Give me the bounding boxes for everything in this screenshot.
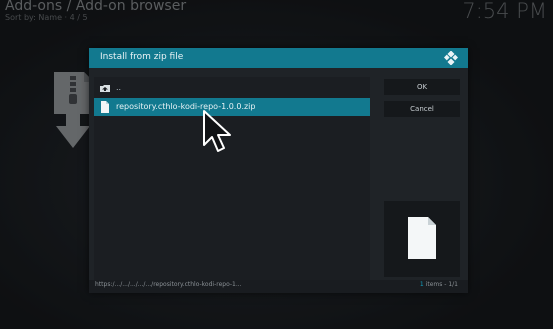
list-item-parent-folder[interactable]: ..: [94, 79, 370, 97]
cancel-button[interactable]: Cancel: [384, 101, 460, 117]
dialog-footer: https:/.../.../.../.../.../repository.ct…: [89, 280, 468, 293]
list-item-label: ..: [116, 83, 122, 92]
parent-folder-icon: [100, 85, 110, 92]
mouse-pointer-icon: [203, 110, 231, 152]
kodi-logo-icon: [444, 51, 458, 65]
current-path: https:/.../.../.../.../.../repository.ct…: [95, 281, 242, 288]
file-icon: [101, 101, 109, 113]
file-preview-thumbnail: [384, 201, 460, 277]
file-icon: [408, 217, 436, 259]
install-from-zip-dialog: Install from zip file .. repository.cthl…: [89, 48, 468, 293]
item-count: 1 items - 1/1: [419, 281, 458, 288]
dialog-titlebar: Install from zip file: [89, 48, 468, 68]
dialog-title: Install from zip file: [100, 52, 184, 62]
ok-button[interactable]: OK: [384, 79, 460, 95]
list-item-label: repository.cthlo-kodi-repo-1.0.0.zip: [116, 102, 256, 111]
